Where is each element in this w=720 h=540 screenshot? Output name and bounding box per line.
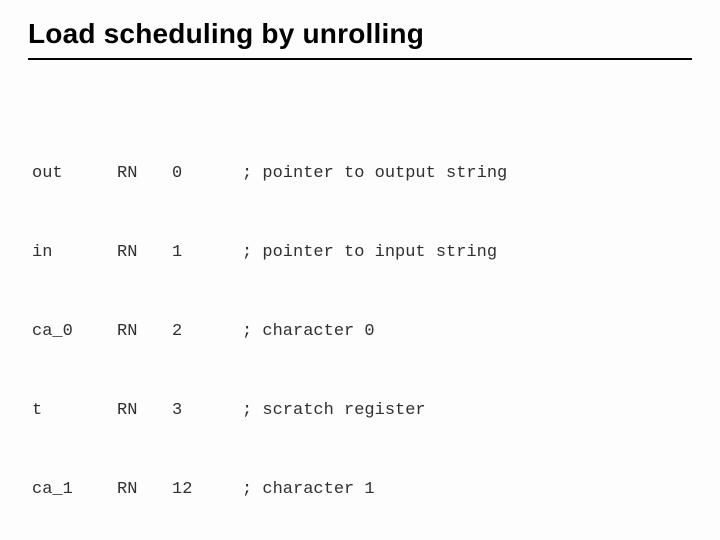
- title-underline: [28, 58, 692, 60]
- code-decl-row: inRN1; pointer to input string: [32, 240, 692, 266]
- code-decl-row: tRN3; scratch register: [32, 398, 692, 424]
- code-block: outRN0; pointer to output string inRN1; …: [28, 82, 692, 540]
- code-decl-row: ca_0RN2; character 0: [32, 319, 692, 345]
- code-decl-row: outRN0; pointer to output string: [32, 161, 692, 187]
- page-title: Load scheduling by unrolling: [28, 18, 692, 50]
- code-decl-row: ca_1RN12; character 1: [32, 477, 692, 503]
